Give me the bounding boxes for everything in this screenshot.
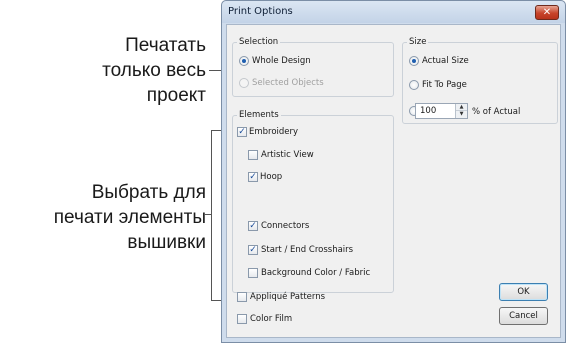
size-group-label: Size bbox=[407, 36, 429, 48]
annotation-print-whole: Печатать только весь проект bbox=[102, 33, 206, 108]
radio-label: Whole Design bbox=[252, 56, 311, 66]
ok-button[interactable]: OK bbox=[499, 283, 548, 301]
radio-button[interactable] bbox=[239, 78, 249, 88]
spinner-down-icon[interactable]: ▼ bbox=[456, 111, 467, 118]
checkbox[interactable] bbox=[237, 314, 247, 324]
checkbox-label: Background Color / Fabric bbox=[261, 268, 371, 278]
checkbox-label: Artistic View bbox=[261, 150, 314, 160]
annotation-line: вышивки bbox=[127, 232, 206, 253]
checkbox[interactable] bbox=[248, 150, 258, 160]
leader-line-bracket-vertical bbox=[211, 130, 212, 300]
checkbox[interactable] bbox=[248, 268, 258, 278]
spinner-buttons: ▲ ▼ bbox=[455, 104, 467, 118]
checkbox-checked[interactable]: ✓ bbox=[248, 221, 258, 231]
radio-label: Fit To Page bbox=[422, 80, 467, 90]
elements-group-label: Elements bbox=[237, 109, 281, 121]
annotation-line: проект bbox=[146, 85, 206, 106]
radio-button[interactable] bbox=[409, 80, 419, 90]
annotation-line: только весь bbox=[102, 60, 206, 81]
annotation-select-elements: Выбрать для печати элементы вышивки bbox=[54, 180, 206, 255]
annotation-line: Печатать bbox=[125, 35, 206, 56]
close-icon: ✕ bbox=[542, 7, 552, 18]
checkbox-label: Appliqué Patterns bbox=[250, 292, 326, 302]
checkbox-checked[interactable]: ✓ bbox=[248, 172, 258, 182]
checkbox-checked[interactable]: ✓ bbox=[237, 127, 247, 137]
percent-spinner[interactable]: 100 ▲ ▼ bbox=[415, 103, 468, 119]
percent-input[interactable]: 100 bbox=[420, 105, 436, 117]
annotation-line: печати элементы bbox=[53, 207, 206, 228]
checkbox-label: Hoop bbox=[260, 172, 283, 182]
selection-group: Selection Whole Design Selected Objects bbox=[232, 36, 394, 97]
spinner-up-icon[interactable]: ▲ bbox=[456, 104, 467, 111]
radio-button-checked[interactable] bbox=[409, 56, 419, 66]
annotation-line: Выбрать для bbox=[91, 182, 206, 203]
dialog-body: Selection Whole Design Selected Objects … bbox=[226, 24, 561, 338]
checkbox-checked[interactable]: ✓ bbox=[248, 245, 258, 255]
print-options-dialog: Print Options ✕ Selection Whole Design S… bbox=[221, 0, 566, 343]
radio-label: Selected Objects bbox=[252, 78, 324, 88]
checkbox[interactable] bbox=[237, 292, 247, 302]
percent-suffix: % of Actual bbox=[472, 107, 521, 117]
title-bar[interactable]: Print Options ✕ bbox=[222, 1, 565, 23]
checkbox-label: Start / End Crosshairs bbox=[261, 245, 354, 255]
checkbox-label: Embroidery bbox=[249, 127, 299, 137]
radio-label: Actual Size bbox=[422, 56, 469, 66]
close-button[interactable]: ✕ bbox=[535, 5, 559, 20]
checkbox-label: Connectors bbox=[261, 221, 310, 231]
checkbox-label: Color Film bbox=[250, 314, 293, 324]
leader-line-bracket-mid bbox=[204, 214, 212, 215]
cancel-button[interactable]: Cancel bbox=[499, 307, 548, 325]
dialog-title: Print Options bbox=[228, 6, 293, 17]
selection-group-label: Selection bbox=[237, 36, 281, 48]
radio-button-checked[interactable] bbox=[239, 56, 249, 66]
